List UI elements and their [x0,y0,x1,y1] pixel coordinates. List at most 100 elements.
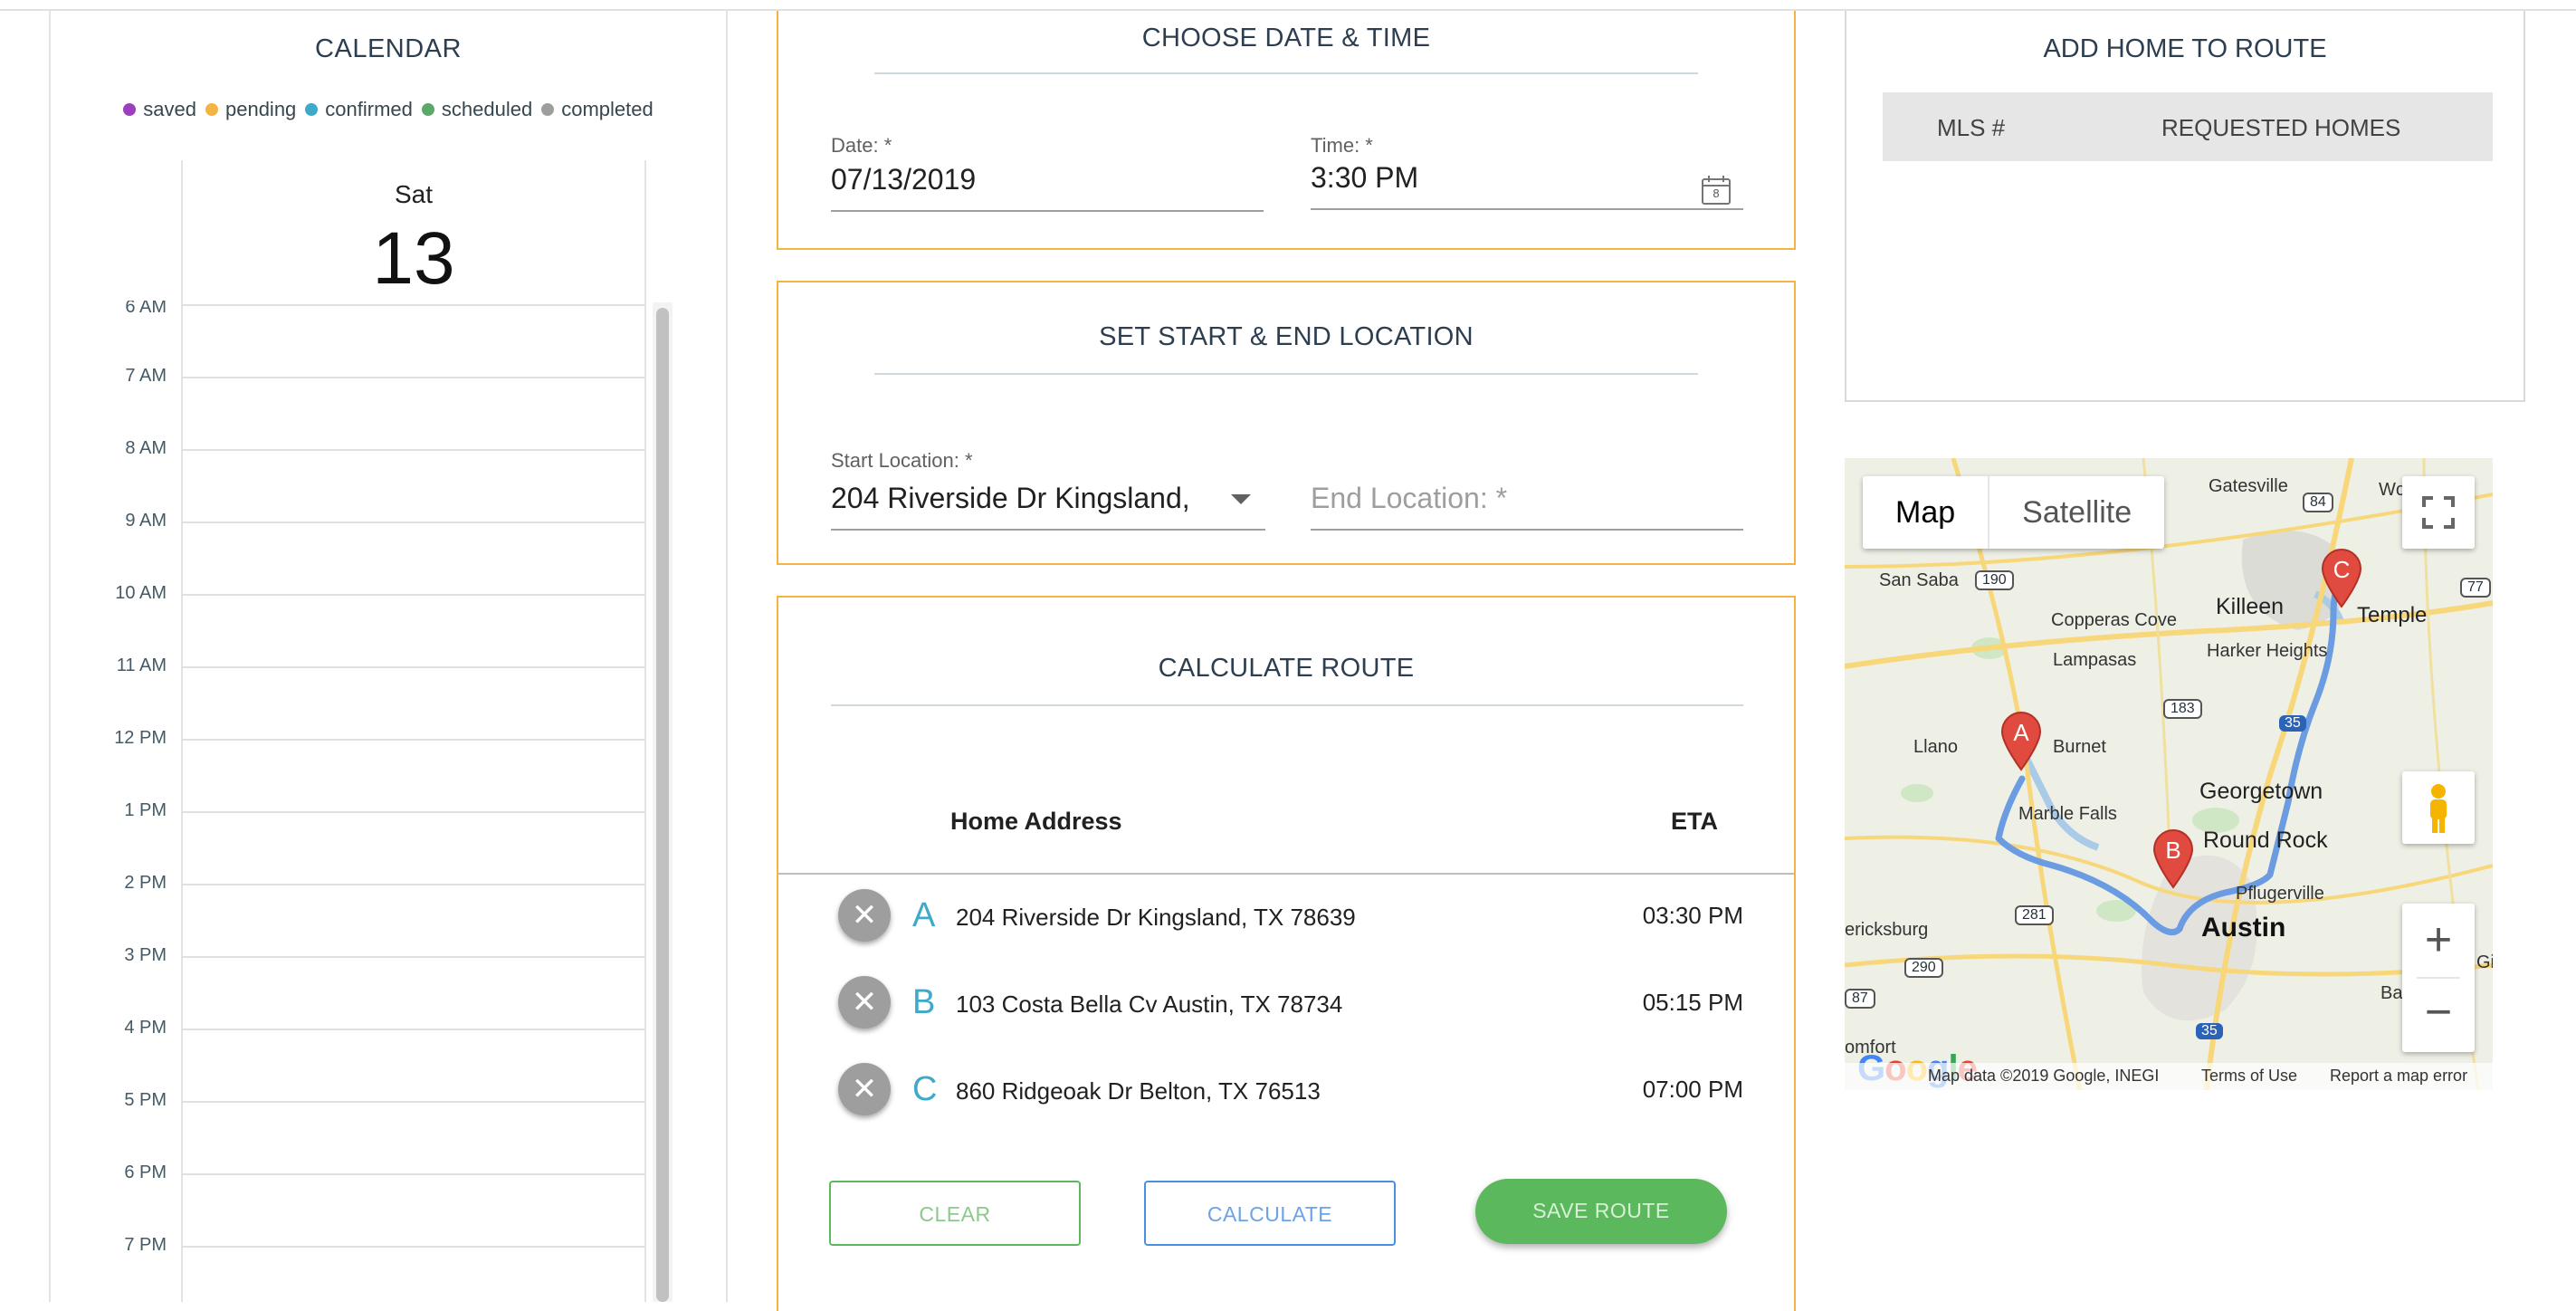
time-field[interactable]: 3:30 PM [1311,161,1673,195]
map-label: Georgetown [2199,779,2323,804]
fullscreen-icon[interactable] [2402,476,2475,549]
date-time-card: CHOOSE DATE & TIME Date: * 07/13/2019 Ti… [777,11,1796,250]
marker-letter: A [2013,719,2029,746]
remove-stop-button[interactable]: ✕ [838,976,891,1029]
day-number: 13 [372,217,455,300]
hour-line [181,377,646,378]
date-label: Date: * [831,134,892,157]
stop-letter: C [912,1070,938,1108]
report-map-error-link[interactable]: Report a map error [2330,1067,2467,1086]
legend-label: scheduled [441,98,533,120]
end-location-input[interactable]: End Location: * [1311,482,1507,515]
time-label: 7 PM [124,1235,167,1255]
map-label: ericksburg [1845,920,1929,940]
chevron-down-icon[interactable] [1231,494,1251,504]
hour-line [181,522,646,523]
highway-shield: 35 [2196,1023,2223,1039]
map-type-control: Map Satellite [1863,476,2165,549]
legend-label: pending [224,98,297,120]
map-label: San Saba [1879,570,1959,590]
route-title: CALCULATE ROUTE [1158,654,1415,683]
map-type-satellite-button[interactable]: Satellite [1988,476,2164,549]
legend-item-confirmed: confirmed [305,98,413,121]
legend-dot [205,103,218,116]
highway-shield: 290 [1904,958,1943,978]
stop-eta: 03:30 PM [1642,902,1743,929]
column-header-address: Home Address [950,808,1122,835]
hour-line [181,1173,646,1175]
map-type-map-button[interactable]: Map [1863,476,1988,549]
calendar-scrollbar-thumb[interactable] [656,308,669,1302]
highway-shield: 183 [2163,699,2202,719]
location-title: SET START & END LOCATION [1099,322,1474,351]
time-label: 2 PM [124,873,167,893]
map-marker[interactable]: B [2152,829,2194,889]
map-label: Lampasas [2053,650,2137,670]
map-label: Harker Heights [2207,641,2328,661]
calculate-button[interactable]: CALCULATE [1144,1181,1396,1246]
zoom-out-button[interactable]: − [2402,976,2475,1048]
remove-stop-button[interactable]: ✕ [838,889,891,942]
time-label: 11 AM [116,656,167,675]
table-header-divider [778,873,1794,875]
time-label: 8 AM [125,438,167,458]
terms-of-use-link[interactable]: Terms of Use [2201,1067,2297,1086]
hour-line [181,666,646,668]
time-grid[interactable]: 6 AM 7 AM 8 AM 9 AM 10 AM 11 AM 12 PM 1 … [51,301,730,1302]
route-map[interactable]: Gatesville San Saba Killeen Temple Coppe… [1845,458,2493,1090]
calendar-panel: CALENDAR saved pending confirmed schedul… [49,11,728,1302]
map-label: Wc [2379,480,2405,500]
calendar-legend: saved pending confirmed scheduled comple… [51,98,726,121]
start-location-underline [831,529,1265,531]
highway-shield: 190 [1975,570,2014,590]
map-attribution: Map data ©2019 Google, INEGI [1928,1067,2160,1085]
stop-address: 103 Costa Bella Cv Austin, TX 78734 [956,990,1343,1018]
hour-line [181,956,646,958]
hour-line [181,304,646,306]
highway-shield: 77 [2460,578,2491,598]
stop-address: 204 Riverside Dr Kingsland, TX 78639 [956,904,1356,931]
zoom-in-button[interactable]: + [2402,904,2475,976]
time-slot[interactable]: 7 PM [51,1235,730,1302]
hour-line [181,811,646,813]
stop-letter: B [912,983,936,1021]
map-marker[interactable]: A [2000,712,2042,771]
map-marker[interactable]: C [2321,549,2362,608]
map-label: Burnet [2053,737,2106,757]
marker-letter: C [2333,556,2351,583]
time-label: 7 AM [125,366,167,386]
map-label: Austin [2201,913,2286,943]
column-header-mls: MLS # [1937,114,2006,141]
map-label: Marble Falls [2018,804,2117,824]
date-field[interactable]: 07/13/2019 [831,163,1251,196]
time-label: 4 PM [124,1018,167,1038]
start-location-select[interactable]: 204 Riverside Dr Kingsland, [831,482,1215,515]
day-column-header[interactable]: Sat 13 [181,160,646,305]
map-attribution-bar: Map data ©2019 Google, INEGI Terms of Us… [1845,1063,2493,1090]
hour-line [181,594,646,596]
hour-line [181,1101,646,1103]
requested-homes-table-header: MLS # REQUESTED HOMES [1883,92,2493,161]
remove-stop-button[interactable]: ✕ [838,1063,891,1115]
map-label: Temple [2357,603,2428,627]
time-label: 1 PM [124,800,167,820]
zoom-control: + − [2402,904,2475,1052]
map-label: Pflugerville [2236,884,2324,904]
calendar-icon[interactable]: 8 [1700,174,1732,206]
legend-dot [421,103,434,116]
time-label: 12 PM [114,728,167,748]
end-location-underline [1311,529,1743,531]
title-rule [874,72,1698,74]
time-label: 5 PM [124,1090,167,1110]
clear-button[interactable]: CLEAR [829,1181,1081,1246]
map-label: Copperas Cove [2051,610,2177,630]
legend-dot [305,103,319,116]
save-route-button[interactable]: SAVE ROUTE [1475,1179,1727,1244]
street-view-pegman-icon[interactable] [2402,771,2475,844]
legend-item-pending: pending [205,98,296,121]
time-label: 3 PM [124,945,167,965]
column-header-requested-homes: REQUESTED HOMES [2161,114,2401,141]
stop-address: 860 Ridgeoak Dr Belton, TX 76513 [956,1077,1321,1105]
legend-dot [541,103,555,116]
marker-letter: B [2165,837,2181,864]
